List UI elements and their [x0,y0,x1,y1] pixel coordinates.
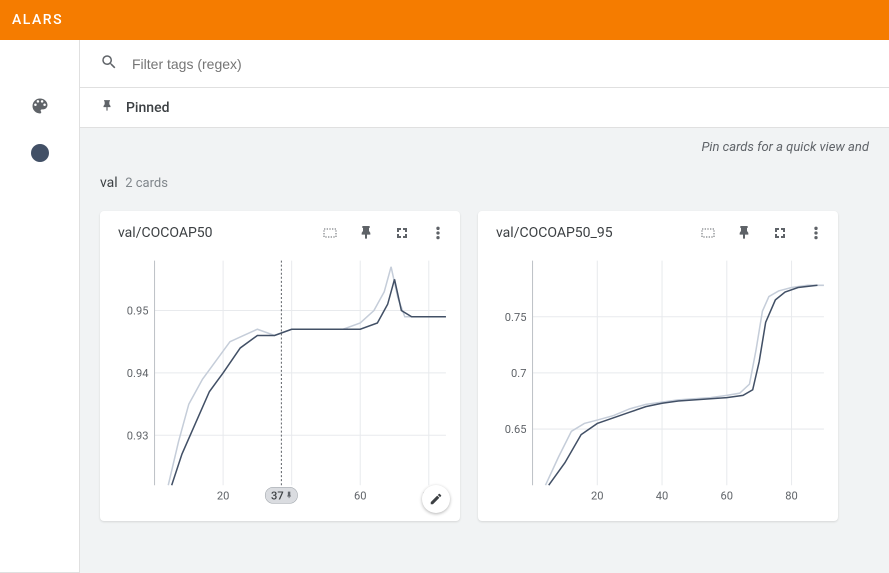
more-options-icon[interactable] [808,225,824,241]
svg-text:0.95: 0.95 [127,305,149,318]
filter-bar [80,40,889,88]
header-tab-label[interactable]: ALARS [12,12,63,28]
svg-text:80: 80 [785,489,798,502]
fullscreen-icon[interactable] [772,225,788,241]
chart-plot-area[interactable]: 0.65 0.7 0.75 20 40 60 80 [478,249,838,521]
run-color-dot-icon[interactable] [31,144,49,162]
svg-text:20: 20 [217,489,230,502]
svg-text:0.75: 0.75 [505,311,527,324]
pin-card-icon[interactable] [736,225,752,241]
svg-text:60: 60 [354,489,367,502]
pinned-hint-text: Pin cards for a quick view and [80,128,889,165]
pin-icon [100,99,114,117]
main-content: Pinned Pin cards for a quick view and va… [80,40,889,573]
svg-text:37: 37 [271,489,284,502]
chart-title: val/COCOAP50_95 [496,225,700,241]
pinned-section-header[interactable]: Pinned [80,88,889,128]
section-name: val [100,175,118,191]
svg-text:40: 40 [656,489,669,502]
fit-domain-icon[interactable] [322,225,338,241]
edit-fab-icon[interactable] [422,485,450,513]
pinned-label: Pinned [126,100,169,116]
left-sidebar [0,40,80,573]
svg-text:0.7: 0.7 [511,367,526,380]
app-header: ALARS [0,0,889,40]
chart-card: val/COCOAP50 0.930.940.952040608037 [100,211,460,521]
chart-plot-area[interactable]: 0.930.940.952040608037 [100,249,460,521]
svg-text:60: 60 [721,489,734,502]
cards-container: val/COCOAP50 0.93 0.94 0.95 20 40 60 80 37 [80,199,889,533]
fullscreen-icon[interactable] [394,225,410,241]
svg-text:0.94: 0.94 [127,367,149,380]
chart-card: val/COCOAP50_95 0.65 0.7 0.75 20 40 60 80 [478,211,838,521]
svg-text:0.65: 0.65 [505,423,527,436]
search-icon [100,53,118,75]
more-options-icon[interactable] [430,225,446,241]
fit-domain-icon[interactable] [700,225,716,241]
svg-text:0.93: 0.93 [127,429,149,442]
chart-title: val/COCOAP50 [118,225,322,241]
section-count: 2 cards [125,176,168,191]
svg-text:20: 20 [591,489,604,502]
palette-icon[interactable] [30,96,50,116]
filter-input[interactable] [132,56,869,72]
section-header[interactable]: val 2 cards [80,165,889,199]
pin-card-icon[interactable] [358,225,374,241]
